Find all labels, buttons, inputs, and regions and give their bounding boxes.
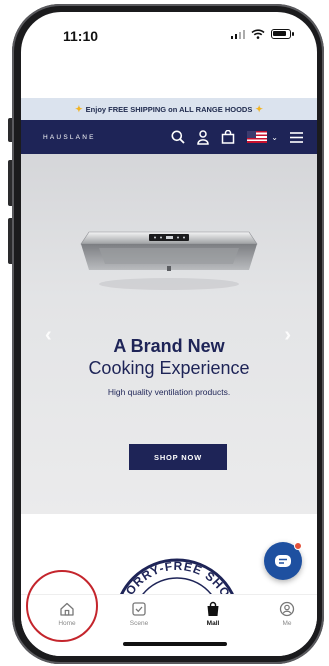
user-icon xyxy=(279,601,295,617)
range-hood-image xyxy=(80,231,258,290)
tab-label-mall: Mall xyxy=(206,620,220,627)
brand-logo[interactable]: HAUSLANE xyxy=(43,134,96,141)
tab-me[interactable]: Me xyxy=(257,601,317,627)
status-icons xyxy=(230,29,294,39)
battery-icon xyxy=(271,29,294,39)
shopping-bag-icon xyxy=(207,601,219,616)
account-icon[interactable] xyxy=(197,129,210,145)
cart-bag-icon[interactable] xyxy=(221,130,235,144)
signal-icon xyxy=(230,29,245,39)
shop-now-button[interactable]: SHOP NOW xyxy=(129,444,227,470)
hero-banner: ‹ › A Brand New Cooking Experience High … xyxy=(21,154,317,514)
checkbox-icon xyxy=(132,602,146,616)
hero-title-line2: Cooking Experience xyxy=(88,358,250,378)
promo-banner[interactable]: ✦ Enjoy FREE SHIPPING on ALL RANGE HOODS… xyxy=(21,98,317,120)
tab-mall[interactable]: Mall xyxy=(183,601,243,627)
nav-icons: ⌄ xyxy=(171,120,303,154)
sparkle-icon: ✦ xyxy=(75,103,83,114)
sparkle-icon: ✦ xyxy=(255,103,263,114)
tab-label-scene: Scene xyxy=(129,620,149,627)
status-bar: 11:10 xyxy=(21,12,317,56)
menu-icon[interactable] xyxy=(290,131,303,143)
home-indicator[interactable] xyxy=(123,642,227,646)
chat-button[interactable] xyxy=(264,542,302,580)
promo-text: Enjoy FREE SHIPPING on ALL RANGE HOODS xyxy=(85,104,253,114)
notification-dot xyxy=(294,542,302,550)
status-time: 11:10 xyxy=(63,28,99,44)
phone-screen: 11:10 ✦ Enjoy FREE SHIPPING on ALL RANGE… xyxy=(21,12,317,656)
tab-scene[interactable]: Scene xyxy=(109,601,169,627)
wifi-icon xyxy=(251,29,265,39)
us-flag-icon[interactable] xyxy=(247,131,268,143)
annotation-circle-highlight xyxy=(26,570,98,642)
hero-title-line1: A Brand New xyxy=(113,336,225,356)
top-nav: HAUSLANE ⌄ xyxy=(21,120,317,154)
hero-subtitle: High quality ventilation products. xyxy=(107,387,231,397)
chevron-down-icon[interactable]: ⌄ xyxy=(271,133,278,142)
search-icon[interactable] xyxy=(171,130,185,144)
tab-label-me: Me xyxy=(282,620,292,627)
